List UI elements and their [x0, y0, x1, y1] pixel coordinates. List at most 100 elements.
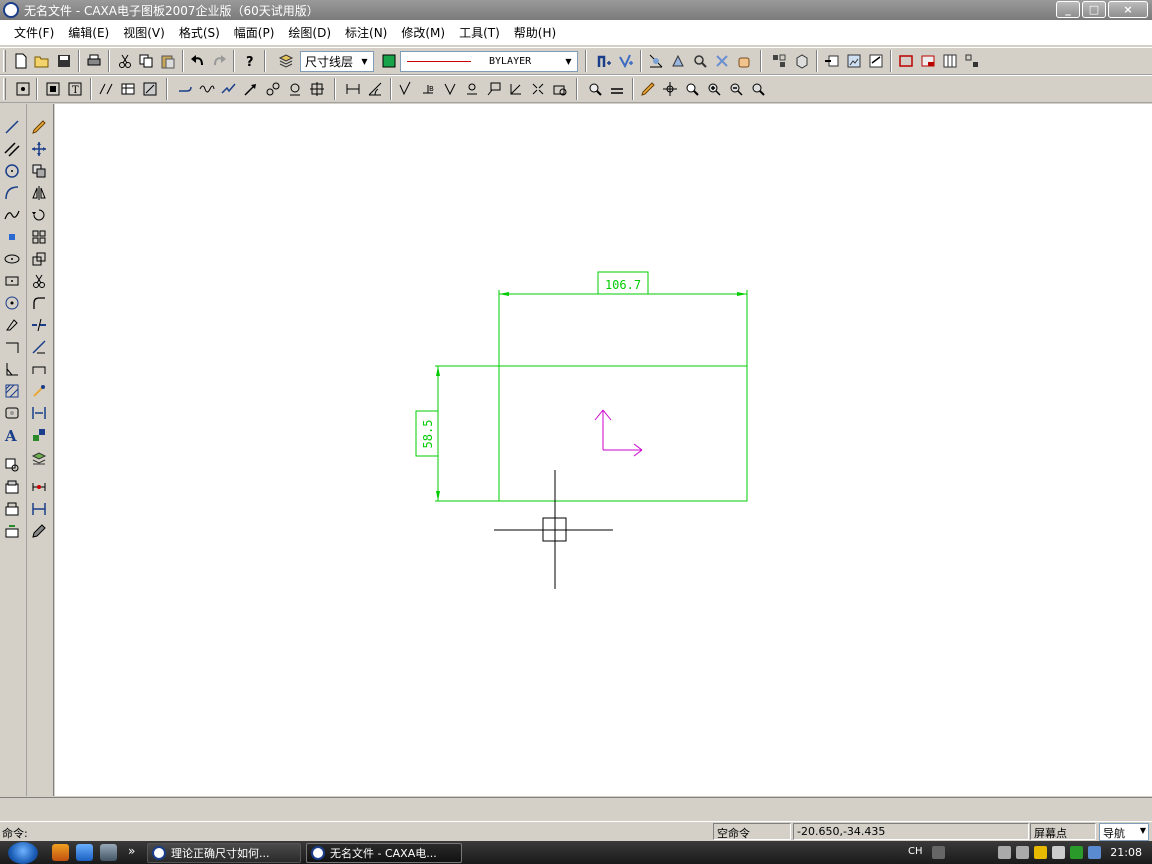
explode-icon[interactable]	[30, 382, 48, 400]
language-indicator[interactable]: CH	[908, 846, 923, 857]
umbrella-icon[interactable]	[1034, 846, 1047, 859]
snap-mode[interactable]: 屏幕点	[1030, 823, 1096, 840]
zoom-in-icon[interactable]	[705, 80, 723, 98]
keyboard-icon[interactable]	[932, 846, 945, 859]
line-type-icon[interactable]	[176, 80, 194, 98]
parallel-line-icon[interactable]	[3, 140, 21, 158]
network2-icon[interactable]	[1016, 846, 1029, 859]
rectangle-icon[interactable]	[3, 272, 21, 290]
layer-manager-icon[interactable]	[277, 52, 295, 70]
menu-draw[interactable]: 绘图(D)	[288, 24, 331, 41]
leader-icon[interactable]	[485, 80, 503, 98]
line-icon[interactable]	[3, 118, 21, 136]
mirror-icon[interactable]	[30, 184, 48, 202]
align-icon[interactable]	[30, 404, 48, 422]
cut-icon[interactable]	[116, 52, 134, 70]
minimize-button[interactable]: _	[1056, 1, 1080, 18]
dimension-text-vertical[interactable]: 58.5	[421, 420, 435, 449]
ellipse-icon[interactable]	[3, 250, 21, 268]
menu-format[interactable]: 格式(S)	[179, 24, 220, 41]
hatch-style-icon[interactable]	[141, 80, 159, 98]
quicklaunch-more[interactable]: »	[128, 844, 135, 858]
ie-icon[interactable]	[76, 844, 93, 861]
network-icon[interactable]	[998, 846, 1011, 859]
angle-dimension-icon[interactable]	[366, 80, 384, 98]
copy-selection-icon[interactable]	[30, 162, 48, 180]
menu-file[interactable]: 文件(F)	[14, 24, 54, 41]
title-block-icon[interactable]	[919, 52, 937, 70]
color-match-icon[interactable]	[30, 426, 48, 444]
fillet-icon[interactable]	[30, 294, 48, 312]
layer-match-icon[interactable]	[30, 450, 48, 468]
edit-block-icon[interactable]	[867, 52, 885, 70]
3d-box-icon[interactable]	[793, 52, 811, 70]
menu-edit[interactable]: 编辑(E)	[68, 24, 109, 41]
linear-dimension-icon[interactable]	[344, 80, 362, 98]
scale-icon[interactable]	[30, 250, 48, 268]
library-manage-icon[interactable]	[3, 522, 21, 540]
spacing-icon[interactable]	[30, 500, 48, 518]
section-icon[interactable]	[507, 80, 525, 98]
caxa-app-icon[interactable]	[3, 2, 19, 18]
chevron-down-icon[interactable]: ▼	[357, 53, 372, 70]
break-icon[interactable]	[30, 316, 48, 334]
weld-icon[interactable]	[441, 80, 459, 98]
arrow-icon[interactable]	[242, 80, 260, 98]
dimension-text-horizontal[interactable]: 106.7	[605, 278, 641, 292]
datum-icon[interactable]: B	[419, 80, 437, 98]
taskbar-item-browser[interactable]: 理论正确尺寸如何...	[147, 843, 301, 863]
toolbar-grip[interactable]	[3, 78, 6, 100]
trim-icon[interactable]	[30, 272, 48, 290]
redo-icon[interactable]	[210, 52, 228, 70]
color-icon[interactable]	[380, 52, 398, 70]
arc-icon[interactable]	[3, 184, 21, 202]
array-icon[interactable]	[30, 228, 48, 246]
block-insert-icon[interactable]	[3, 478, 21, 496]
toolbar-grip[interactable]	[3, 50, 6, 72]
new-file-icon[interactable]	[12, 52, 30, 70]
zoom-previous-icon[interactable]	[749, 80, 767, 98]
taskbar-item-caxa[interactable]: 无名文件 - CAXA电...	[306, 843, 462, 863]
view-arrow-icon[interactable]	[529, 80, 547, 98]
zoom-window-icon[interactable]	[586, 80, 604, 98]
open-folder-icon[interactable]	[33, 52, 51, 70]
hand-icon[interactable]	[735, 52, 753, 70]
dim-style-icon[interactable]	[97, 80, 115, 98]
table-style-icon[interactable]	[119, 80, 137, 98]
nav-select[interactable]: 导航 ▼	[1099, 823, 1149, 841]
spline-icon[interactable]	[3, 206, 21, 224]
firefox-icon[interactable]	[52, 844, 69, 861]
wave-line-icon[interactable]	[198, 80, 216, 98]
print-icon[interactable]	[85, 52, 103, 70]
roughness-icon[interactable]	[397, 80, 415, 98]
menu-dimension[interactable]: 标注(N)	[345, 24, 387, 41]
image-icon[interactable]	[845, 52, 863, 70]
layer-combo[interactable]: 尺寸线层 ▼	[300, 51, 374, 72]
undo-icon[interactable]	[189, 52, 207, 70]
library-icon[interactable]	[3, 500, 21, 518]
align-dim-icon[interactable]	[30, 478, 48, 496]
block-icon[interactable]	[770, 52, 788, 70]
tolerance-icon[interactable]	[463, 80, 481, 98]
copy-icon[interactable]	[137, 52, 155, 70]
insert-icon[interactable]	[823, 52, 841, 70]
equidistant-line-icon[interactable]	[3, 360, 21, 378]
security-icon[interactable]	[1070, 846, 1083, 859]
center-line-icon[interactable]	[308, 80, 326, 98]
menu-help[interactable]: 帮助(H)	[514, 24, 556, 41]
linetype-combo[interactable]: BYLAYER ▼	[400, 51, 578, 72]
query-icon[interactable]	[691, 52, 709, 70]
move-icon[interactable]	[30, 140, 48, 158]
maximize-button[interactable]: □	[1082, 1, 1106, 18]
show-desktop-icon[interactable]	[100, 844, 117, 861]
parts-list-icon[interactable]	[941, 52, 959, 70]
pencil-icon[interactable]	[639, 80, 657, 98]
hole-icon[interactable]	[286, 80, 304, 98]
extend-icon[interactable]	[30, 338, 48, 356]
polyline-icon[interactable]	[3, 316, 21, 334]
menu-modify[interactable]: 修改(M)	[401, 24, 445, 41]
text-icon[interactable]: A	[3, 426, 21, 444]
point-icon[interactable]	[3, 228, 21, 246]
fill-icon[interactable]	[3, 404, 21, 422]
eraser-icon[interactable]	[30, 118, 48, 136]
